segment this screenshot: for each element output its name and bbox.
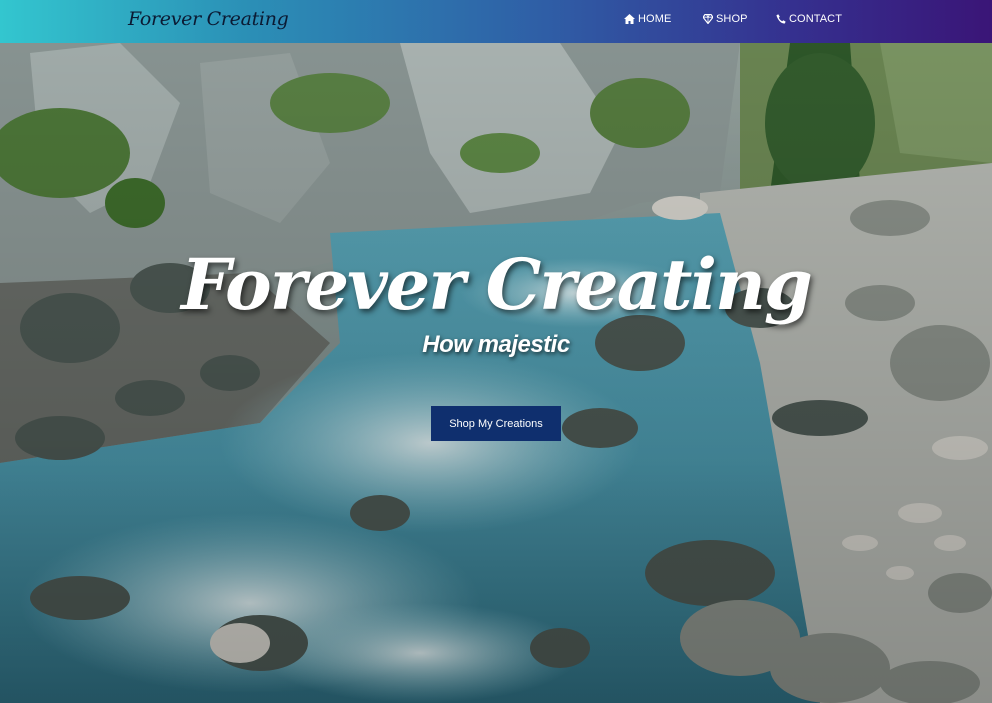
nav-item-label: SHOP [716, 13, 748, 25]
hero-section: Forever Creating How majestic Shop My Cr… [0, 43, 992, 703]
hero-subtitle: How majestic [422, 331, 570, 358]
nav-item-label: CONTACT [789, 13, 843, 25]
phone-icon [776, 14, 786, 24]
top-navbar: Forever Creating HOME SHOP CONTACT [0, 0, 992, 43]
river-background-image [0, 43, 992, 703]
hero-title: Forever Creating [181, 243, 813, 326]
nav-menu: HOME SHOP CONTACT [0, 0, 992, 43]
nav-item-home[interactable]: HOME [624, 13, 671, 25]
home-icon [624, 14, 635, 24]
shop-my-creations-button[interactable]: Shop My Creations [431, 406, 561, 441]
nav-item-label: HOME [638, 13, 672, 25]
diamond-icon [703, 14, 713, 24]
nav-item-contact[interactable]: CONTACT [776, 13, 842, 25]
nav-item-shop[interactable]: SHOP [703, 13, 748, 25]
